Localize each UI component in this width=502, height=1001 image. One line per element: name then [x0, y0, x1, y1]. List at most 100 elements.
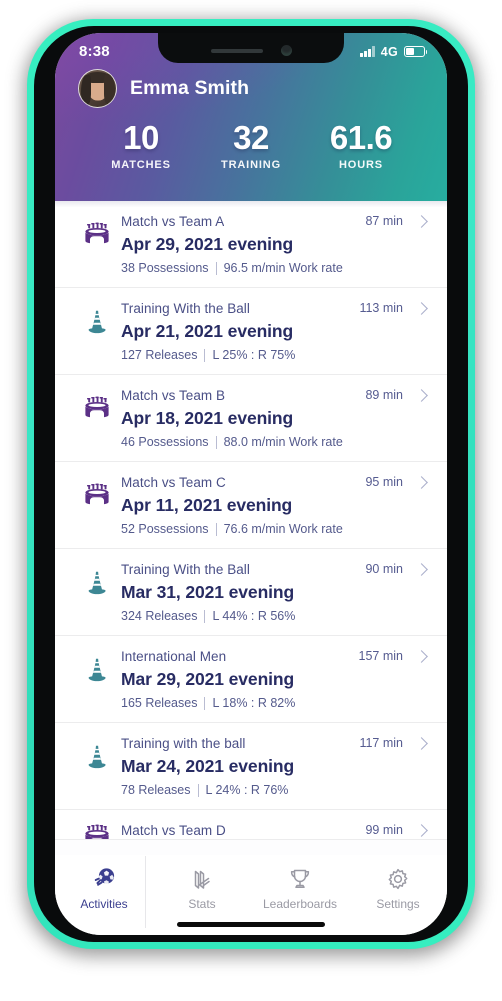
activity-row-body: Match vs Team C 95 min Apr 11, 2021 evenin… [121, 475, 431, 536]
activity-row-header: Match vs Team D 99 min [121, 823, 429, 838]
activity-title: Training With the Ball [121, 301, 250, 316]
activity-row-actions: 90 min [365, 562, 429, 576]
metric-separator [204, 348, 206, 362]
activity-date: Mar 31, 2021 evening [121, 582, 295, 602]
activity-date: Apr 11, 2021 evening [121, 495, 293, 515]
chevron-right-icon[interactable] [415, 562, 428, 576]
stat-label: TRAINING [221, 159, 281, 172]
activity-metrics: 165 Releases L 18% : R 82% [121, 696, 429, 710]
stat-hours: 61.6 HOURS [319, 120, 403, 171]
tab-stats[interactable]: Stats [153, 856, 251, 911]
phone-screen: 8:38 4G Emma Smith 10 MATCHES 32 TRAININ… [55, 33, 447, 935]
activity-metric-primary: 324 Releases [121, 609, 198, 623]
trophy-icon [287, 865, 313, 892]
metric-separator [204, 609, 206, 623]
activity-metric-secondary: 88.0 m/min Work rate [223, 435, 343, 449]
avatar[interactable] [78, 69, 117, 108]
activity-metric-primary: 46 Possessions [121, 435, 209, 449]
activity-row-actions: 113 min [359, 301, 429, 315]
activity-duration: 90 min [365, 562, 403, 576]
metric-separator [215, 261, 217, 275]
bottom-tab-bar: Activities Stats Leaderboards Settings [55, 855, 447, 935]
activity-metric-primary: 52 Possessions [121, 522, 209, 536]
signal-bars-icon [360, 46, 375, 57]
user-header-row[interactable]: Emma Smith [55, 63, 447, 108]
front-camera-icon [280, 45, 292, 56]
activity-row[interactable]: International Men 157 min Mar 29, 2021 eve… [55, 636, 447, 723]
activity-row-actions: 117 min [359, 736, 429, 750]
traffic-cone-icon [73, 301, 121, 338]
traffic-cone-icon [73, 736, 121, 773]
activity-row[interactable]: Training With the Ball 90 min Mar 31, 2021… [55, 549, 447, 636]
activity-duration: 113 min [359, 301, 403, 315]
activity-row[interactable]: Match vs Team D 99 min [55, 810, 447, 840]
tab-settings[interactable]: Settings [349, 856, 447, 911]
chevron-right-icon[interactable] [415, 475, 428, 489]
tab-label: Stats [188, 897, 216, 911]
activity-row-body: Match vs Team D 99 min [121, 823, 431, 838]
activity-list[interactable]: Match vs Team A 87 min Apr 29, 2021 evenin… [55, 201, 447, 855]
tab-label: Settings [376, 897, 420, 911]
activity-duration: 157 min [358, 649, 403, 663]
activity-title: Match vs Team D [121, 823, 226, 838]
activity-row[interactable]: Match vs Team A 87 min Apr 29, 2021 evenin… [55, 201, 447, 288]
network-type-label: 4G [380, 44, 398, 59]
home-indicator [177, 921, 325, 927]
activity-title: Match vs Team A [121, 214, 225, 229]
stadium-icon [73, 214, 121, 251]
activity-row-body: Training with the ball 117 min Mar 24, 202… [121, 736, 431, 797]
activity-row-body: Match vs Team B 89 min Apr 18, 2021 evenin… [121, 388, 431, 449]
user-name: Emma Smith [130, 77, 250, 99]
activity-row-header: Training With the Ball 113 min [121, 301, 429, 316]
status-clock: 8:38 [79, 43, 110, 60]
activity-metric-secondary: 76.6 m/min Work rate [223, 522, 343, 536]
activity-metric-primary: 127 Releases [121, 348, 198, 362]
activity-row-header: Match vs Team B 89 min [121, 388, 429, 403]
activity-duration: 117 min [359, 736, 403, 750]
activity-metrics: 127 Releases L 25% : R 75% [121, 348, 429, 362]
tab-label: Leaderboards [262, 897, 338, 911]
metric-separator [215, 435, 217, 449]
screenshot-scene: 8:38 4G Emma Smith 10 MATCHES 32 TRAININ… [0, 0, 502, 1001]
activity-row[interactable]: Match vs Team B 89 min Apr 18, 2021 evenin… [55, 375, 447, 462]
chevron-right-icon[interactable] [415, 214, 428, 228]
chevron-right-icon[interactable] [415, 736, 428, 750]
tab-activities[interactable]: Activities [55, 856, 153, 911]
activity-date: Apr 29, 2021 evening [121, 234, 294, 254]
chevron-right-icon[interactable] [415, 823, 428, 837]
stadium-icon [73, 388, 121, 425]
activity-row-body: Training With the Ball 90 min Mar 31, 2021… [121, 562, 431, 623]
stadium-icon [73, 475, 121, 512]
app-header: 8:38 4G Emma Smith 10 MATCHES 32 TRAININ… [55, 33, 447, 201]
activity-row-header: Training with the ball 117 min [121, 736, 429, 751]
tab-leaderboards[interactable]: Leaderboards [251, 856, 349, 911]
stadium-icon [73, 823, 121, 839]
chevron-right-icon[interactable] [415, 301, 428, 315]
activity-row[interactable]: Training with the ball 117 min Mar 24, 202… [55, 723, 447, 810]
activity-row[interactable]: Training With the Ball 113 min Apr 21, 202… [55, 288, 447, 375]
activity-row-header: Training With the Ball 90 min [121, 562, 429, 577]
chevron-right-icon[interactable] [415, 388, 428, 402]
activity-row-header: Match vs Team A 87 min [121, 214, 429, 229]
activity-row-actions: 95 min [365, 475, 429, 489]
activity-metric-secondary: 96.5 m/min Work rate [223, 261, 343, 275]
activity-metric-secondary: L 25% : R 75% [212, 348, 296, 362]
activity-row[interactable]: Match vs Team C 95 min Apr 11, 2021 evenin… [55, 462, 447, 549]
activity-title: Match vs Team C [121, 475, 226, 490]
bar-chart-icon [189, 865, 215, 892]
list-top-shadow [55, 201, 447, 207]
soccer-ball-icon [91, 865, 117, 892]
activity-row-body: Training With the Ball 113 min Apr 21, 202… [121, 301, 431, 362]
activity-metric-primary: 165 Releases [121, 696, 198, 710]
chevron-right-icon[interactable] [415, 649, 428, 663]
activity-row-actions: 157 min [359, 649, 429, 663]
activity-metric-primary: 78 Releases [121, 783, 191, 797]
summary-stats: 10 MATCHES 32 TRAINING 61.6 HOURS [55, 108, 447, 171]
activity-metric-secondary: L 18% : R 82% [212, 696, 296, 710]
activity-duration: 99 min [365, 823, 403, 837]
activity-row-actions: 99 min [365, 823, 429, 837]
activity-metric-secondary: L 24% : R 76% [205, 783, 289, 797]
activity-title: Match vs Team B [121, 388, 226, 403]
metric-separator [197, 783, 199, 797]
activity-duration: 95 min [365, 475, 403, 489]
